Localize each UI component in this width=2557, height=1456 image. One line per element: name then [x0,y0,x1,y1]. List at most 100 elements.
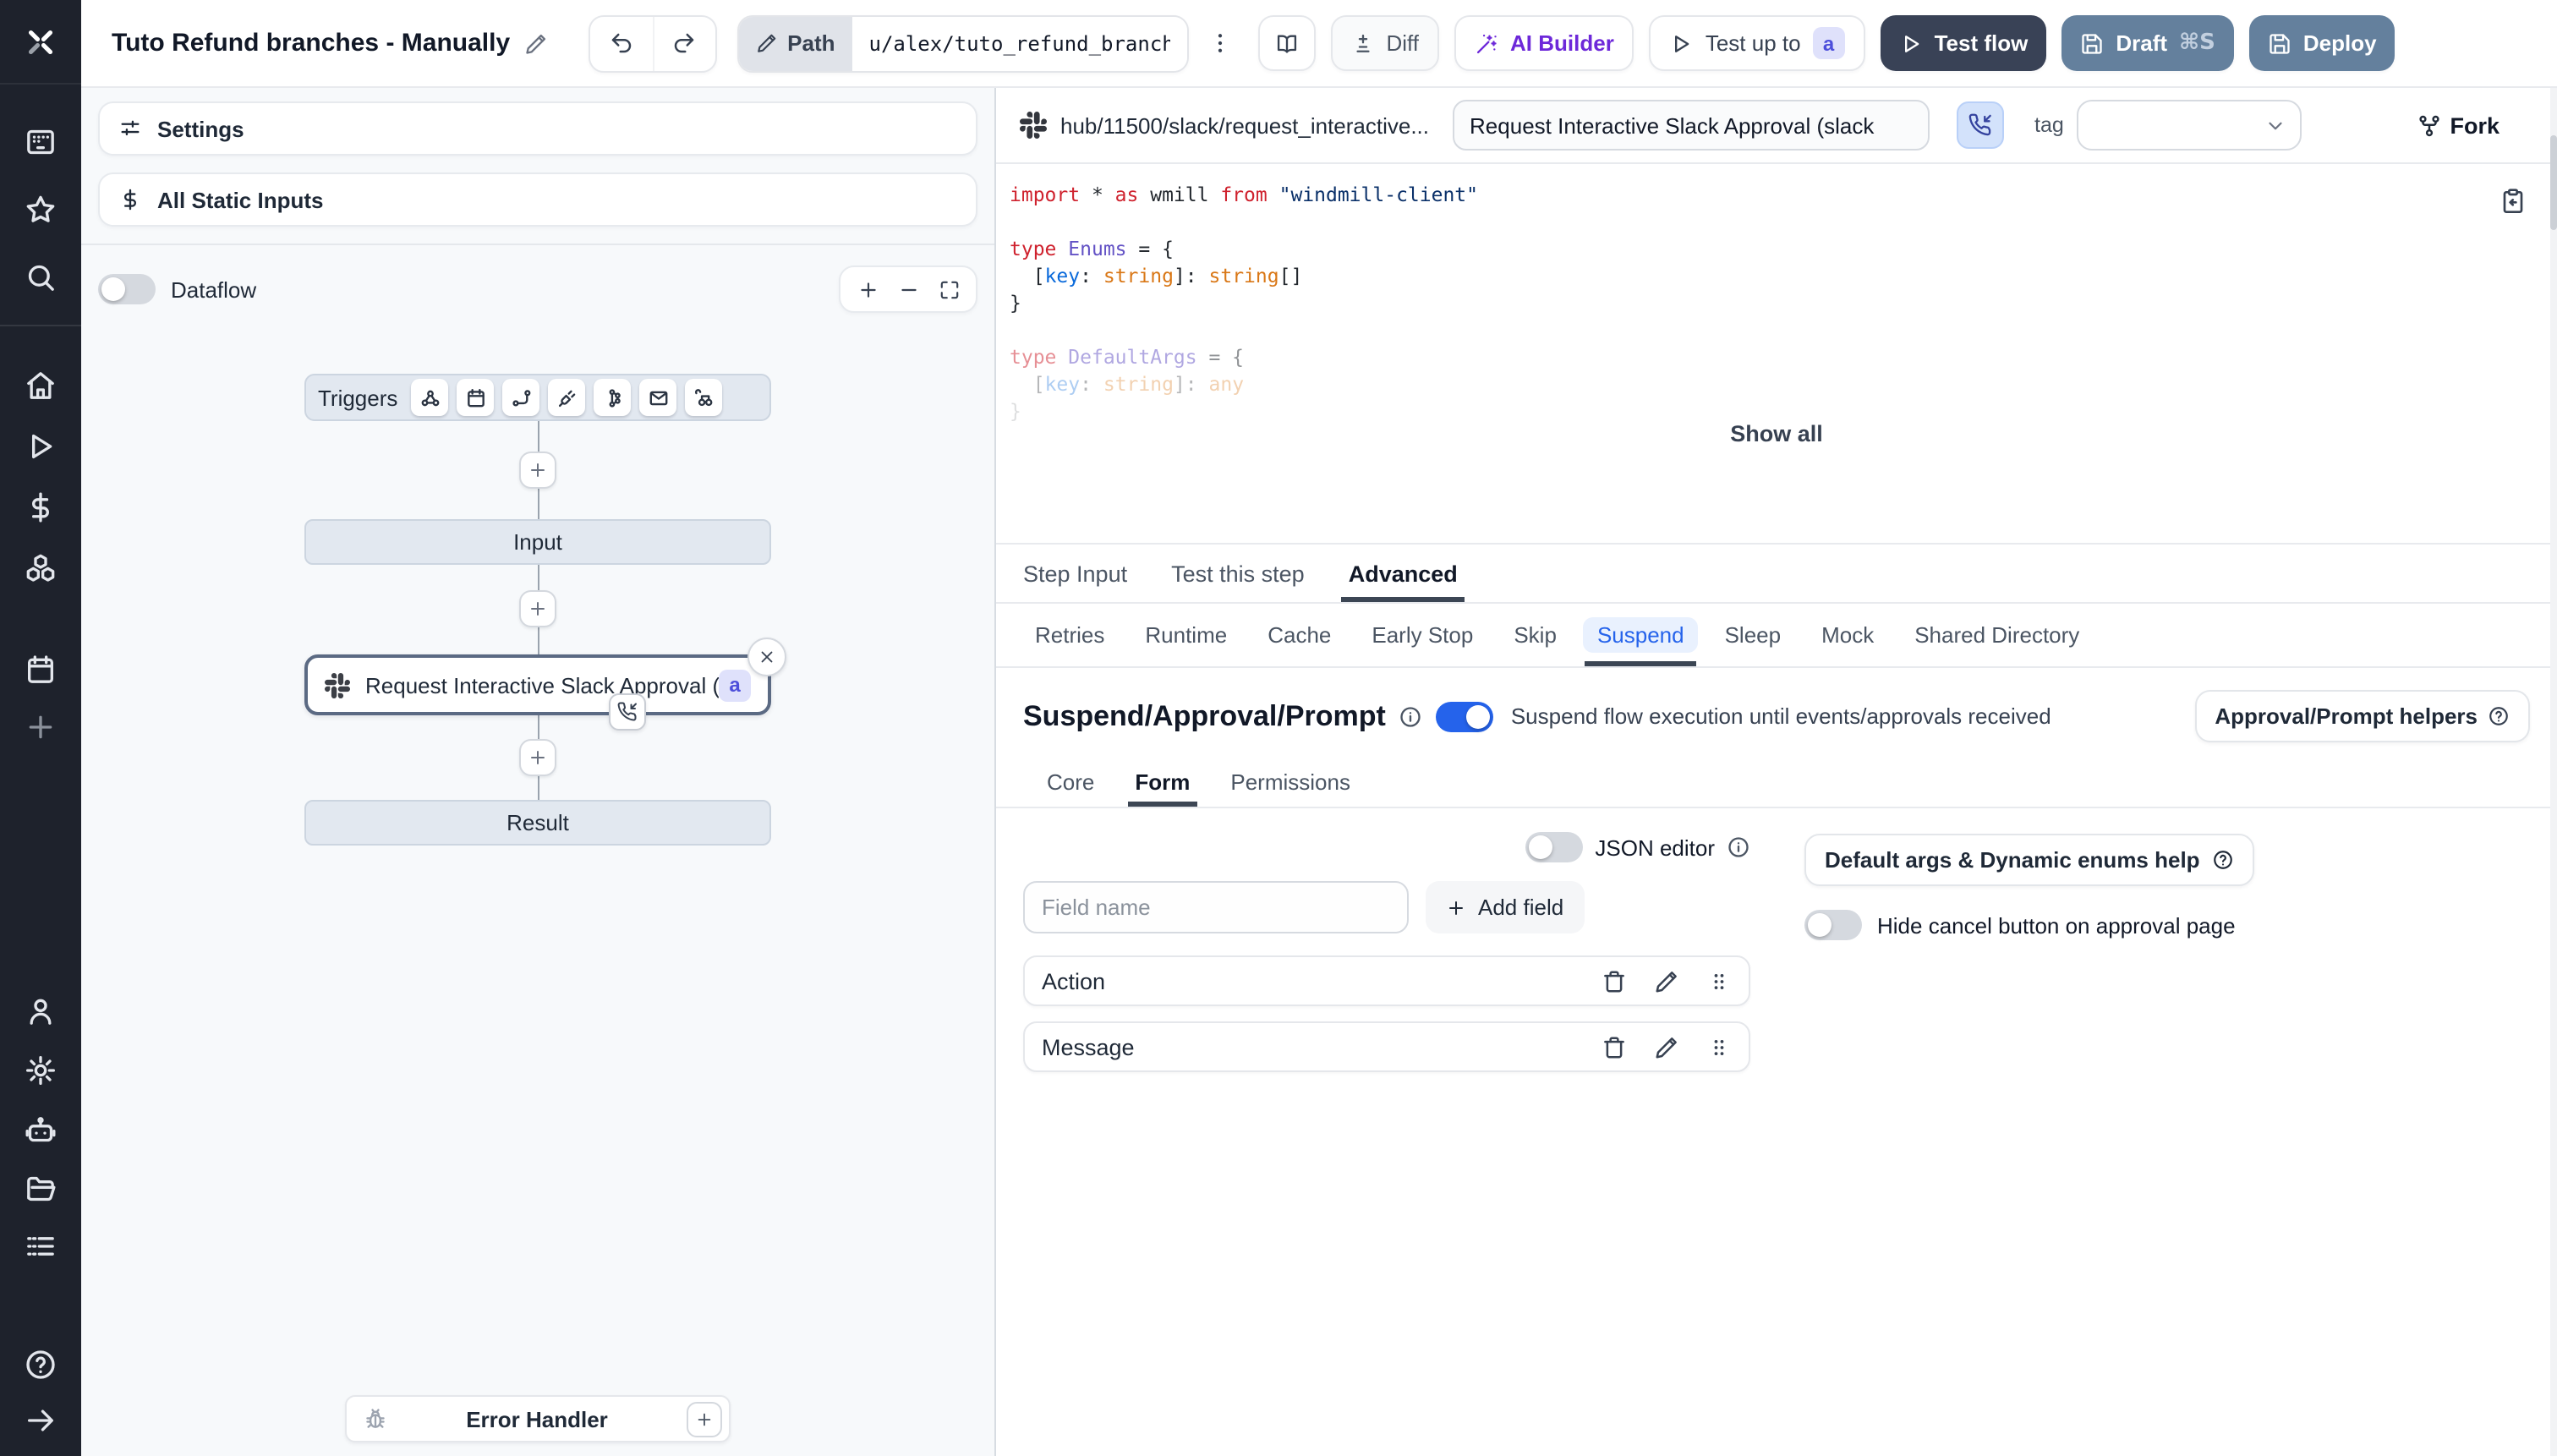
subtab-cache[interactable]: Cache [1256,604,1343,666]
copy-code-clipboard-icon[interactable] [2500,188,2527,215]
hide-cancel-toggle[interactable] [1804,910,1862,940]
flow-graph-canvas[interactable]: Triggers Input Request Interactive Slack… [81,313,994,1456]
delete-field-trash-icon[interactable] [1602,968,1627,993]
expand-sidebar-icon[interactable] [24,1404,57,1437]
field-name-input[interactable] [1023,881,1409,933]
subtab-retries[interactable]: Retries [1023,604,1116,666]
add-field-button[interactable]: Add field [1426,881,1585,933]
scheduled-poll-trigger-icon[interactable] [685,379,723,416]
apps-icon[interactable] [24,125,57,159]
schedules-calendar-icon[interactable] [24,653,57,687]
fit-view-button[interactable] [928,269,969,309]
triggers-node[interactable]: Triggers [304,374,771,421]
undo-button[interactable] [589,16,652,70]
dataflow-toggle[interactable] [98,274,156,304]
http-route-trigger-icon[interactable] [502,379,540,416]
suspend-toggle[interactable] [1436,701,1494,731]
json-editor-toggle[interactable] [1525,832,1584,862]
zoom-out-button[interactable] [888,269,928,309]
all-static-inputs-button[interactable]: All Static Inputs [98,172,977,227]
folders-icon[interactable] [24,1172,57,1206]
docs-book-button[interactable] [1257,15,1316,71]
insert-step-button[interactable] [519,590,556,627]
add-error-handler-button[interactable] [687,1401,722,1437]
subtab-runtime[interactable]: Runtime [1133,604,1239,666]
edit-field-pencil-icon[interactable] [1654,968,1679,993]
test-up-to-button[interactable]: Test up to a [1649,15,1865,71]
subtab-skip[interactable]: Skip [1502,604,1569,666]
webhook-trigger-icon[interactable] [411,379,449,416]
tab-core[interactable]: Core [1047,758,1094,807]
selected-step-node[interactable]: Request Interactive Slack Approval (... … [304,638,786,731]
diff-button[interactable]: Diff [1330,15,1440,71]
logs-list-icon[interactable] [24,1229,57,1263]
code-editor[interactable]: import * as wmill from "windmill-client"… [996,164,2557,543]
tag-select[interactable] [2077,100,2302,151]
path-input[interactable] [851,16,1187,70]
help-icon[interactable] [24,1348,57,1382]
error-handler-node[interactable]: Error Handler [345,1395,731,1442]
search-icon[interactable] [24,260,57,294]
user-icon[interactable] [24,994,57,1028]
hide-cancel-row: Hide cancel button on approval page [1804,910,2254,940]
home-icon[interactable] [24,369,57,402]
path-label[interactable]: Path [738,16,852,70]
tab-test-this-step[interactable]: Test this step [1171,545,1305,602]
drag-field-grip-icon[interactable] [1706,1034,1732,1059]
test-flow-button[interactable]: Test flow [1880,15,2047,71]
subtab-shared-directory[interactable]: Shared Directory [1903,604,2091,666]
tab-form[interactable]: Form [1128,758,1196,807]
redo-button[interactable] [652,16,715,70]
drag-field-grip-icon[interactable] [1706,968,1732,993]
websocket-trigger-icon[interactable] [548,379,586,416]
deploy-button[interactable]: Deploy [2248,15,2395,71]
resources-boxes-icon[interactable] [24,551,57,585]
draft-button[interactable]: Draft ⌘S [2061,15,2234,71]
subtab-mock[interactable]: Mock [1810,604,1886,666]
info-icon[interactable] [1399,704,1423,728]
suspend-phone-button[interactable] [1957,101,2005,149]
tab-step-input[interactable]: Step Input [1023,545,1127,602]
edit-field-pencil-icon[interactable] [1654,1034,1679,1059]
ai-builder-button[interactable]: AI Builder [1454,15,1634,71]
zoom-in-button[interactable] [847,269,888,309]
email-trigger-icon[interactable] [639,379,677,416]
insert-step-button[interactable] [519,452,556,489]
hub-script-path[interactable]: hub/11500/slack/request_interactive... [1060,112,1429,138]
create-plus-icon[interactable] [24,710,57,744]
form-field-row-action[interactable]: Action [1023,955,1750,1006]
info-icon[interactable] [1727,835,1750,859]
windmill-logo[interactable] [0,0,81,85]
runs-play-icon[interactable] [24,430,57,463]
subtab-suspend[interactable]: Suspend [1583,604,1698,666]
subtab-early-stop[interactable]: Early Stop [1360,604,1485,666]
delete-step-button[interactable] [747,638,786,676]
flow-settings-button[interactable]: Settings [98,101,977,156]
favorites-star-icon[interactable] [24,193,57,227]
delete-field-trash-icon[interactable] [1602,1034,1627,1059]
left-rail [0,0,81,1456]
approval-prompt-helpers-button[interactable]: Approval/Prompt helpers [2194,690,2530,742]
schedule-trigger-icon[interactable] [457,379,495,416]
show-all-button[interactable]: Show all [996,421,2557,446]
undo-redo-group [588,14,717,72]
fork-button[interactable]: Fork [2416,112,2500,138]
input-node[interactable]: Input [304,519,771,565]
kafka-trigger-icon[interactable] [594,379,632,416]
settings-gear-icon[interactable] [24,1054,57,1087]
insert-step-button[interactable] [519,739,556,776]
step-summary-input[interactable] [1453,100,1930,151]
workers-robot-icon[interactable] [24,1113,57,1147]
question-icon [2488,705,2510,727]
scrollbar[interactable] [2550,88,2557,1456]
tab-advanced[interactable]: Advanced [1341,545,1464,602]
scrollbar-thumb[interactable] [2550,135,2557,230]
subtab-sleep[interactable]: Sleep [1713,604,1793,666]
variables-dollar-icon[interactable] [24,490,57,524]
edit-title-pencil-icon[interactable] [523,31,547,55]
more-menu-kebab-icon[interactable] [1199,16,1243,70]
form-field-row-message[interactable]: Message [1023,1021,1750,1072]
tab-permissions[interactable]: Permissions [1230,758,1350,807]
result-node[interactable]: Result [304,800,771,846]
default-args-help-button[interactable]: Default args & Dynamic enums help [1804,834,2254,886]
